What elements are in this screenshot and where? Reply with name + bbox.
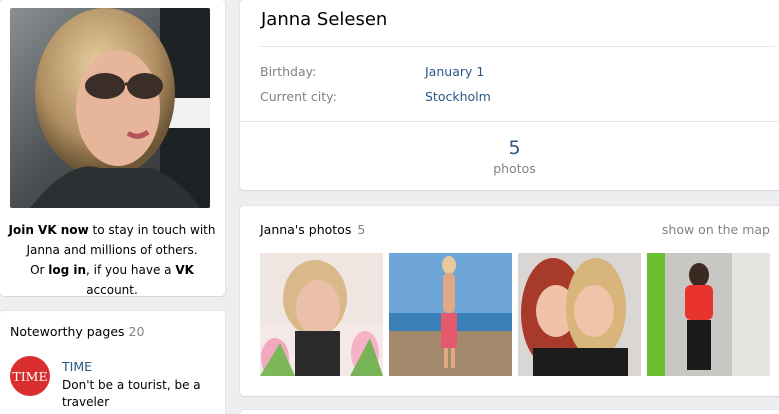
photo-thumbnail-image (260, 253, 383, 376)
next-card (240, 410, 779, 414)
birthday-label: Birthday: (260, 64, 317, 79)
photo-thumbnail[interactable] (518, 253, 641, 376)
noteworthy-pages-count: 20 (128, 324, 145, 339)
time-logo[interactable]: TIME (10, 356, 50, 396)
profile-photo[interactable] (10, 8, 210, 208)
photos-count: 5 (357, 222, 366, 237)
photos-counter-number[interactable]: 5 (240, 137, 779, 159)
vk-brand-text: VK (175, 263, 194, 277)
photos-header[interactable]: Janna's photos 5 (260, 222, 365, 237)
time-page-link[interactable]: TIME (62, 359, 92, 374)
avatar-card: Join VK now to stay in touch with Janna … (0, 0, 225, 297)
noteworthy-pages-title: Noteworthy pages (10, 324, 125, 339)
photo-thumbnail-image (389, 253, 512, 376)
photo-thumbnail[interactable] (647, 253, 770, 376)
photo-thumbnail[interactable] (260, 253, 383, 376)
profile-info-card: Janna Selesen Birthday: January 1 Curren… (240, 0, 779, 190)
join-text-2: Or (30, 263, 49, 277)
time-logo-text: TIME (12, 368, 48, 384)
photo-thumbnail[interactable] (389, 253, 512, 376)
join-text-4: account. (86, 283, 138, 297)
show-on-map-link[interactable]: show on the map (662, 222, 770, 237)
time-page-description: Don't be a tourist, be a traveler (62, 378, 201, 409)
city-label: Current city: (260, 89, 337, 104)
divider (240, 121, 779, 122)
join-vk-link[interactable]: Join VK now (9, 223, 89, 237)
photos-title: Janna's photos (260, 222, 352, 237)
photos-card: Janna's photos 5 show on the map (240, 206, 779, 396)
photo-thumbnail-image (518, 253, 641, 376)
login-link[interactable]: log in (48, 263, 86, 277)
photo-thumbnail-image (647, 253, 770, 376)
birthday-value[interactable]: January 1 (425, 64, 484, 79)
noteworthy-pages-header[interactable]: Noteworthy pages 20 (10, 324, 144, 339)
divider (260, 46, 775, 47)
city-value[interactable]: Stockholm (425, 89, 491, 104)
profile-photo-image (10, 8, 210, 208)
profile-name: Janna Selesen (261, 9, 388, 30)
photos-counter-label[interactable]: photos (240, 161, 779, 176)
join-vk-text: Join VK now to stay in touch with Janna … (8, 220, 216, 300)
join-text-3: , if you have a (86, 263, 176, 277)
